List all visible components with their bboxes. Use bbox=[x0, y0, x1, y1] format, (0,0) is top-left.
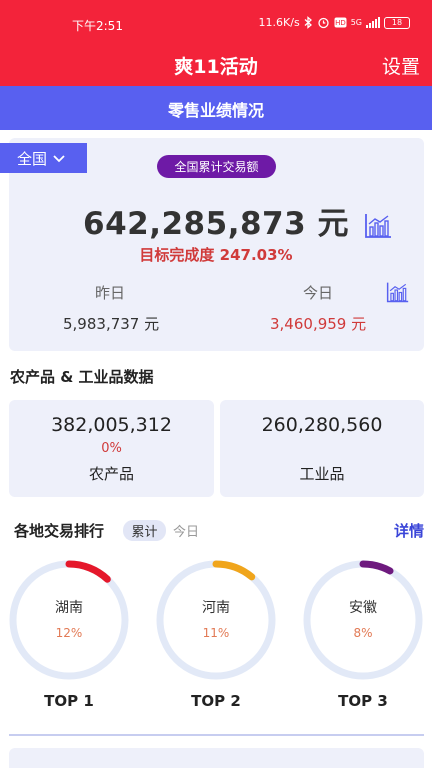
settings-button[interactable]: 设置 bbox=[382, 52, 420, 79]
ranking-ring: 安徽 8% bbox=[302, 559, 424, 681]
goal-label: 目标完成度 bbox=[139, 246, 215, 264]
ranking-region-percent: 11% bbox=[202, 626, 230, 640]
svg-text:HD: HD bbox=[335, 19, 346, 27]
hd-icon: HD bbox=[334, 17, 347, 28]
today-value: 3,460,959 元 bbox=[270, 315, 367, 333]
status-indicators: 11.6K/s HD 5G 18 bbox=[259, 16, 410, 29]
yesterday-value: 5,983,737 元 bbox=[63, 315, 160, 333]
details-link[interactable]: 详情 bbox=[394, 520, 424, 541]
agri-percent: 0% bbox=[101, 441, 122, 456]
goal-completion: 目标完成度 247.03% bbox=[0, 244, 432, 265]
progress-ring bbox=[156, 560, 276, 680]
section-header: 零售业绩情况 bbox=[0, 86, 432, 130]
tab-cumulative[interactable]: 累计 bbox=[123, 520, 166, 541]
ranking-region-name: 安徽 bbox=[349, 600, 377, 616]
signal-icon bbox=[366, 17, 380, 28]
network-type: 5G bbox=[350, 18, 362, 27]
network-speed: 11.6K/s bbox=[258, 16, 300, 29]
app-bar: 爽11活动 设置 bbox=[0, 46, 432, 86]
status-bar: 下午2:51 11.6K/s HD 5G 18 bbox=[0, 0, 432, 46]
app-title: 爽11活动 bbox=[174, 56, 258, 78]
tab-today[interactable]: 今日 bbox=[173, 521, 199, 540]
status-time: 下午2:51 bbox=[72, 19, 123, 33]
progress-ring bbox=[303, 560, 423, 680]
battery-icon: 18 bbox=[384, 16, 410, 29]
section-header-title: 零售业绩情况 bbox=[167, 101, 264, 120]
ranking-position: TOP 1 bbox=[44, 692, 94, 710]
goal-value: 247.03% bbox=[219, 246, 293, 264]
alarm-icon bbox=[317, 16, 330, 29]
industrial-label: 工业品 bbox=[299, 465, 345, 483]
industrial-card[interactable]: 260,280,560 工业品 bbox=[220, 400, 424, 497]
today-label: 今日 bbox=[303, 284, 334, 302]
agri-value: 382,005,312 bbox=[51, 414, 172, 436]
bar-chart-icon[interactable] bbox=[385, 281, 410, 308]
ranking-region-percent: 12% bbox=[55, 626, 83, 640]
ranking-region-percent: 8% bbox=[353, 626, 373, 640]
chevron-down-icon bbox=[53, 149, 65, 167]
divider bbox=[9, 734, 424, 736]
yesterday-label: 昨日 bbox=[95, 284, 126, 302]
region-label: 全国 bbox=[17, 149, 48, 168]
industrial-value: 260,280,560 bbox=[261, 414, 383, 436]
ranking-title: 各地交易排行 bbox=[14, 522, 105, 540]
region-dropdown[interactable]: 全国 bbox=[0, 143, 87, 173]
battery-level: 18 bbox=[391, 17, 403, 27]
next-card bbox=[9, 748, 424, 768]
ranking-ring: 湖南 12% bbox=[8, 559, 130, 681]
category-section-title: 农产品 & 工业品数据 bbox=[10, 368, 154, 386]
ranking-position: TOP 2 bbox=[191, 692, 241, 710]
ranking-region-name: 湖南 bbox=[55, 600, 83, 616]
agri-label: 农产品 bbox=[88, 465, 134, 483]
bluetooth-icon bbox=[304, 16, 313, 29]
agri-card[interactable]: 382,005,312 0% 农产品 bbox=[9, 400, 214, 497]
ranking-position: TOP 3 bbox=[338, 692, 388, 710]
ranking-ring: 河南 11% bbox=[155, 559, 277, 681]
progress-ring bbox=[9, 560, 129, 680]
total-label-badge: 全国累计交易额 bbox=[157, 155, 276, 178]
bar-chart-icon[interactable] bbox=[363, 212, 393, 244]
ranking-region-name: 河南 bbox=[202, 600, 230, 616]
